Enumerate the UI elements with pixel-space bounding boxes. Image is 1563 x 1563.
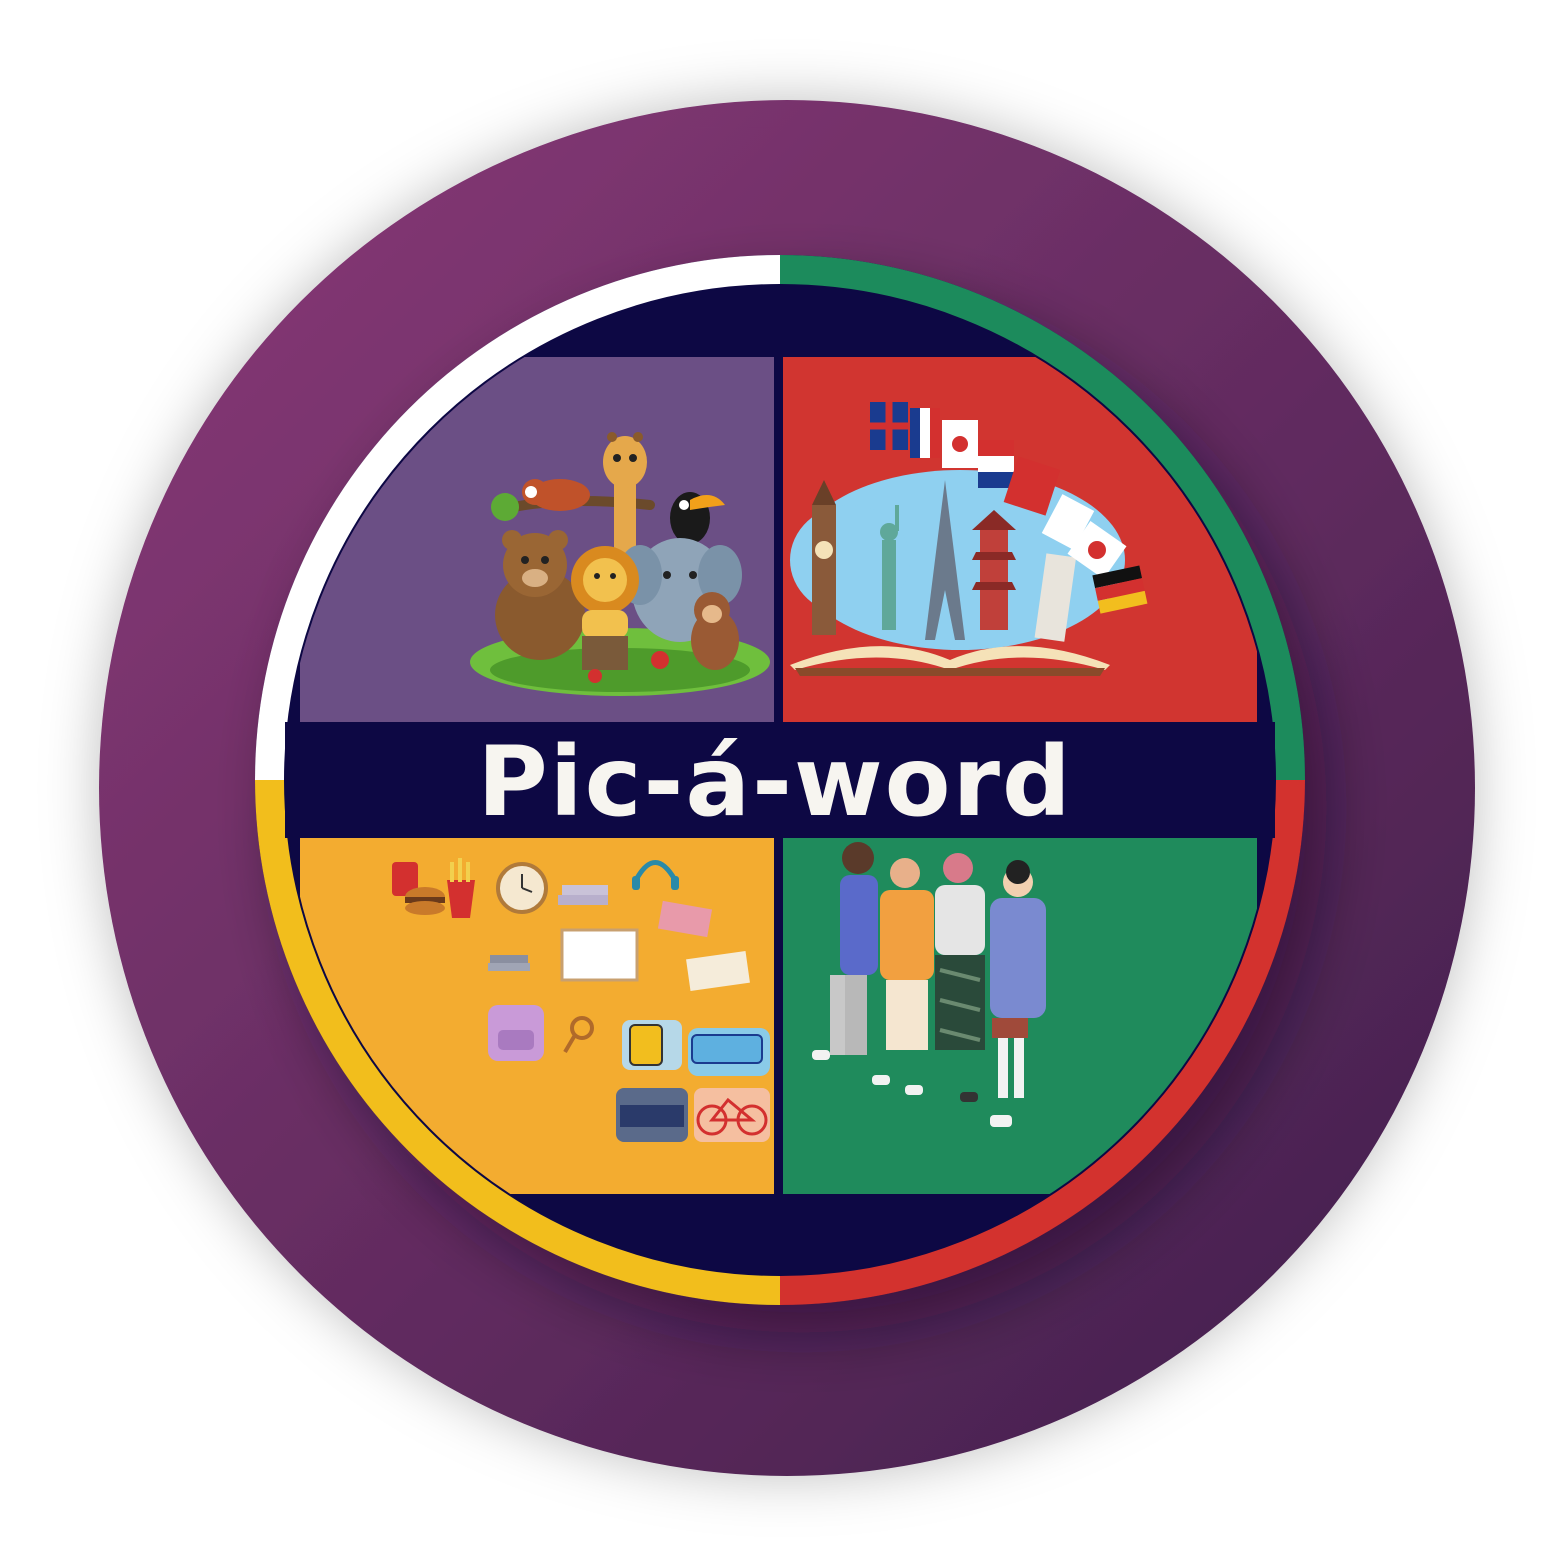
pic-a-word-logo: Pic-á-word (99, 100, 1475, 1476)
coach-icon (691, 1034, 763, 1064)
train-icon (620, 1105, 684, 1127)
logo-title: Pic-á-word (477, 726, 1072, 838)
bus-icon (629, 1024, 663, 1066)
